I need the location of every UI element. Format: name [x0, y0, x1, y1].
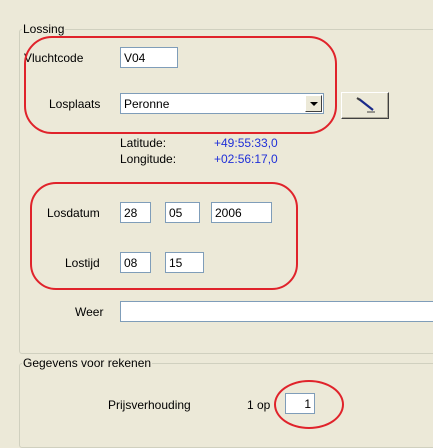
latitude-label: Latitude: — [120, 136, 167, 150]
prijsverhouding-label: Prijsverhouding — [108, 398, 191, 412]
losdatum-label: Losdatum — [47, 206, 100, 220]
losplaats-select[interactable]: Peronne — [120, 93, 324, 114]
dropdown-arrow-icon[interactable] — [305, 95, 322, 112]
losdatum-month-input[interactable] — [165, 202, 200, 223]
pen-icon — [356, 97, 375, 113]
prijsverhouding-prefix: 1 op — [247, 398, 271, 412]
weer-input[interactable] — [120, 301, 433, 322]
longitude-label: Longitude: — [120, 152, 177, 166]
pick-location-button[interactable] — [341, 92, 389, 119]
longitude-value: +02:56:17,0 — [214, 152, 278, 166]
rekenen-legend: Gegevens voor rekenen — [23, 356, 152, 370]
lostijd-hour-input[interactable] — [120, 252, 151, 273]
vluchtcode-label: Vluchtcode — [24, 51, 84, 65]
weer-label: Weer — [75, 305, 104, 319]
losdatum-day-input[interactable] — [120, 202, 151, 223]
vluchtcode-input[interactable] — [120, 47, 178, 68]
losplaats-label: Losplaats — [49, 97, 101, 111]
losplaats-value: Peronne — [124, 97, 170, 111]
prijsverhouding-input[interactable] — [285, 393, 315, 414]
rekenen-group: Gegevens voor rekenen — [19, 356, 433, 448]
latitude-value: +49:55:33,0 — [214, 136, 278, 150]
lostijd-label: Lostijd — [65, 256, 100, 270]
lossing-legend: Lossing — [23, 22, 65, 36]
losdatum-year-input[interactable] — [211, 202, 272, 223]
lostijd-minute-input[interactable] — [165, 252, 204, 273]
